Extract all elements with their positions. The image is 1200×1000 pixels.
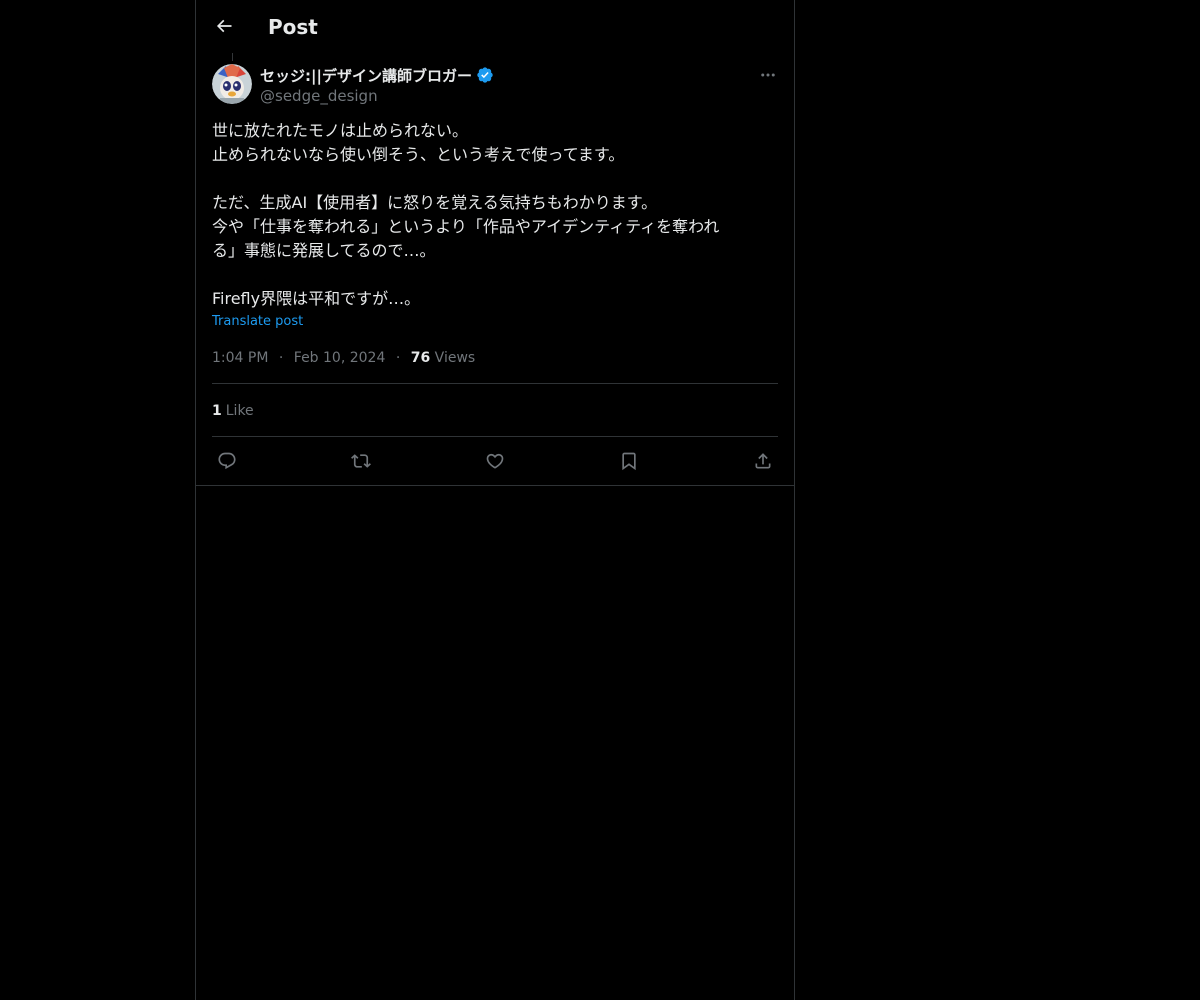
reply-button[interactable] (212, 446, 242, 476)
post-bottom-border (196, 485, 794, 486)
page-title: Post (268, 15, 318, 39)
translate-post-link[interactable]: Translate post (212, 313, 303, 331)
post-text: 世に放たれたモノは止められない。 止められないなら使い倒そう、という考えで使って… (212, 119, 778, 311)
post-text-line: Firefly界隈は平和ですが…。 (212, 289, 421, 308)
bookmark-button[interactable] (614, 446, 644, 476)
avatar[interactable] (212, 64, 252, 104)
post-text-line (212, 263, 778, 287)
meta-separator: · (278, 350, 284, 366)
author-handle[interactable]: @sedge_design (260, 86, 740, 106)
avatar-image (212, 64, 252, 104)
like-button[interactable] (480, 446, 510, 476)
more-dots-icon (761, 73, 775, 77)
like-icon (486, 453, 504, 469)
action-bar (212, 446, 778, 476)
views-count: 76 (410, 350, 431, 366)
post-text-line: 今や「仕事を奪われる」というより「作品やアイデンティティを奪われ (212, 217, 720, 236)
repost-button[interactable] (346, 446, 376, 476)
name-row: セッジ:||デザイン講師ブロガー (260, 64, 740, 86)
post-text-line: 世に放たれたモノは止められない。 (212, 121, 469, 140)
meta-separator: · (395, 350, 401, 366)
divider (212, 436, 778, 437)
share-icon (755, 453, 771, 469)
post-date[interactable]: Feb 10, 2024 (294, 350, 386, 366)
repost-icon (351, 454, 371, 468)
likes-count: 1 (212, 403, 222, 419)
bookmark-icon (622, 452, 636, 471)
reply-icon (218, 452, 236, 470)
likes-link[interactable]: 1 Like (212, 401, 254, 421)
divider (212, 383, 778, 384)
post-text-line (212, 167, 778, 191)
author-info: セッジ:||デザイン講師ブロガー @sedge_design (260, 64, 740, 106)
post-text-line: ただ、生成AI【使用者】に怒りを覚える気持ちもわかります。 (212, 193, 658, 212)
post-column: Post セッジ:||デザイン講師ブロガー @sedge_design 世に放た… (195, 0, 795, 1000)
likes-label: Like (225, 403, 254, 419)
thread-connector-line (232, 53, 233, 61)
verified-badge-icon[interactable] (476, 66, 494, 84)
share-button[interactable] (748, 446, 778, 476)
back-button[interactable] (208, 10, 240, 42)
views-label: Views (434, 350, 476, 366)
post-text-line: 止められないなら使い倒そう、という考えで使ってます。 (212, 145, 625, 164)
post-meta: 1:04 PM · Feb 10, 2024 · 76 Views (212, 348, 475, 368)
post-text-line: る」事態に発展してるので…。 (212, 241, 436, 260)
more-options-button[interactable] (756, 64, 780, 86)
author-display-name[interactable]: セッジ:||デザイン講師ブロガー (260, 65, 472, 86)
arrow-left-icon (216, 19, 232, 33)
post-time[interactable]: 1:04 PM (212, 350, 268, 366)
post-header: Post (196, 0, 794, 53)
